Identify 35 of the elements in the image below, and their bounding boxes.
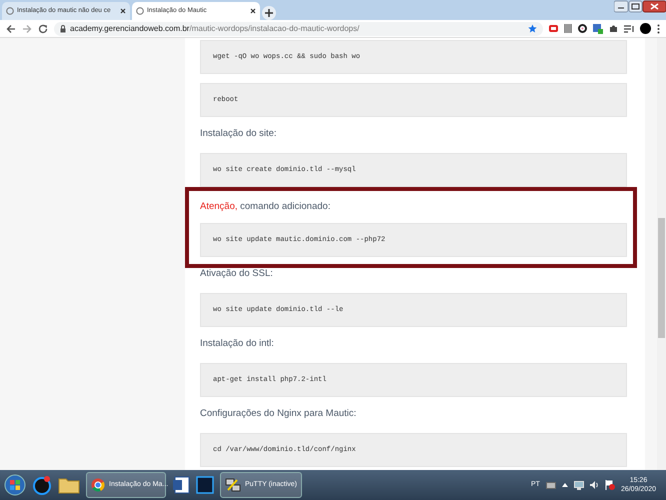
section-heading: Configurações do Nginx para Mautic: <box>200 407 358 421</box>
avatar-icon[interactable] <box>640 23 651 34</box>
network-icon[interactable] <box>574 480 584 490</box>
notice-text: Atenção, comando adicionado: <box>200 200 332 214</box>
document-app-icon[interactable] <box>172 476 190 494</box>
section-heading: Ativação do SSL: <box>200 267 274 281</box>
scrollbar-thumb[interactable] <box>658 218 665 338</box>
globe-icon <box>6 7 14 15</box>
terminal-computers-icon <box>225 478 241 492</box>
lock-icon <box>60 24 66 32</box>
video-extension-icon[interactable] <box>549 25 558 32</box>
section-heading: Instalação do site: <box>200 127 278 141</box>
folder-icon[interactable] <box>58 476 80 494</box>
chrome-icon <box>91 478 105 492</box>
globe-icon <box>136 7 144 15</box>
window-controls-icon[interactable] <box>614 0 666 14</box>
tray-arrow-icon[interactable] <box>562 483 568 487</box>
media-list-icon[interactable] <box>624 24 634 32</box>
close-icon[interactable] <box>250 8 256 14</box>
back-icon[interactable] <box>6 24 16 34</box>
reload-icon[interactable] <box>38 24 48 34</box>
menu-icon[interactable] <box>657 24 660 34</box>
keyboard-icon[interactable] <box>546 482 556 488</box>
star-icon[interactable] <box>528 24 537 33</box>
speaker-icon[interactable] <box>590 481 599 489</box>
ring-extension-icon[interactable] <box>578 24 587 33</box>
badge-extension-icon[interactable] <box>593 24 603 34</box>
close-icon[interactable] <box>120 8 126 14</box>
flag-alert-icon[interactable] <box>604 480 615 490</box>
scrollbar[interactable] <box>657 38 666 470</box>
new-tab-icon[interactable] <box>262 6 276 20</box>
address-field[interactable]: academy.gerenciandoweb.com.br/mautic-wordops/instalacao-do-mautic-wordops/ <box>54 22 543 36</box>
stripes-extension-icon[interactable] <box>564 24 572 33</box>
section-heading: Instalação do intl: <box>200 337 275 351</box>
start-orb-icon[interactable] <box>4 474 26 496</box>
